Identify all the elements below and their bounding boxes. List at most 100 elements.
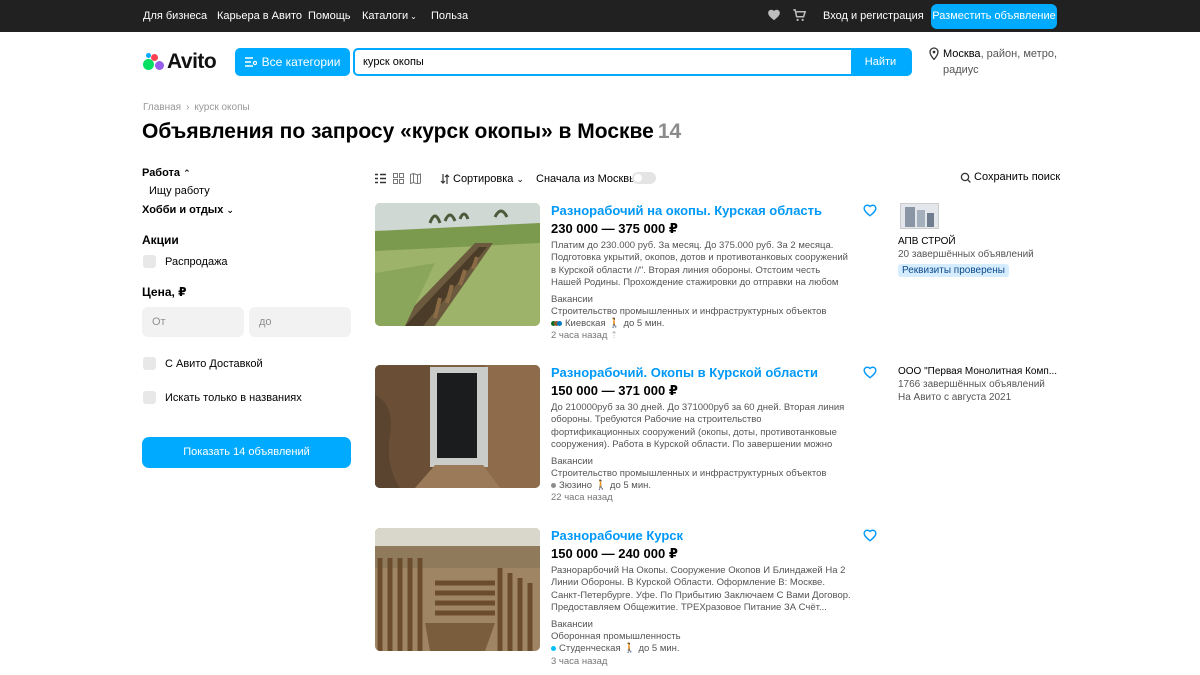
- listing-time: 22 часа назад: [551, 492, 613, 503]
- result-count: 14: [657, 120, 682, 143]
- listing-price: 150 000 — 371 000 ₽: [551, 383, 678, 398]
- sort-label: Сортировка: [453, 173, 514, 185]
- delivery-checkbox[interactable]: [143, 357, 156, 370]
- walk-icon: 🚶: [595, 480, 607, 491]
- seller-verified-badge: Реквизиты проверены: [898, 264, 1009, 277]
- breadcrumb-current[interactable]: курск окопы: [194, 102, 249, 113]
- walk-time: до 5 мин.: [623, 318, 665, 329]
- all-categories-label: Все категории: [261, 55, 341, 69]
- career-link[interactable]: Карьера в Авито: [217, 10, 302, 22]
- sale-label: Распродажа: [165, 255, 228, 268]
- benefit-link[interactable]: Польза: [431, 10, 468, 22]
- listing-title[interactable]: Разнорабочий. Окопы в Курской области: [551, 365, 818, 380]
- titles-only-checkbox[interactable]: [143, 391, 156, 404]
- page-title-text: Объявления по запросу «курск окопы» в Мо…: [142, 120, 654, 143]
- listing-metro: Студенческая 🚶 до 5 мин.: [551, 643, 680, 654]
- walk-icon: 🚶: [608, 318, 621, 329]
- titles-only-filter[interactable]: Искать только в названиях: [143, 391, 302, 404]
- listing-card[interactable]: Разнорабочий на окопы. Курская область 2…: [375, 203, 1055, 341]
- walk-time: до 5 мин.: [638, 643, 680, 654]
- location-selector[interactable]: Москва, район, метро, радиус: [929, 46, 1059, 78]
- menu-icon: [244, 57, 257, 67]
- listing-industry: Строительство промышленных и инфраструкт…: [551, 468, 827, 479]
- listing-time-text: 2 часа назад: [551, 330, 608, 341]
- seller-name[interactable]: ООО "Первая Монолитная Комп...: [898, 366, 1057, 377]
- listing-time: 3 часа назад: [551, 656, 608, 667]
- chevron-up-icon: ⌃: [183, 168, 191, 178]
- list-view-icon[interactable]: [375, 173, 386, 184]
- favorite-icon[interactable]: [863, 529, 877, 542]
- cart-icon[interactable]: [792, 8, 807, 23]
- save-search-icon: [960, 172, 971, 183]
- price-from-input[interactable]: От: [142, 307, 244, 337]
- breadcrumb-separator: ›: [186, 102, 190, 113]
- category-work-label: Работа: [142, 167, 181, 179]
- logo-dots-icon: [143, 52, 165, 72]
- category-hobby-label: Хобби и отдых: [142, 204, 224, 216]
- seller-info: 20 завершённых объявлений: [898, 249, 1034, 260]
- heart-icon[interactable]: [767, 8, 781, 22]
- logo-text: Avito: [167, 50, 217, 73]
- pin-icon: [929, 47, 939, 60]
- listing-time: 2 часа назад ⇡: [551, 330, 618, 341]
- map-view-icon[interactable]: [410, 173, 421, 184]
- listing-description: До 210000руб за 30 дней. До 371000руб за…: [551, 402, 845, 452]
- delivery-filter[interactable]: С Авито Доставкой: [143, 357, 263, 370]
- favorite-icon[interactable]: [863, 204, 877, 217]
- metro-station: Зюзино: [559, 480, 593, 491]
- breadcrumb: Главная › курск окопы: [143, 102, 250, 113]
- sale-checkbox[interactable]: [143, 255, 156, 268]
- search-input[interactable]: [355, 50, 851, 74]
- listing-photo[interactable]: [375, 528, 540, 651]
- walk-time: до 5 мин.: [609, 480, 652, 491]
- seller-since: На Авито с августа 2021: [898, 392, 1012, 403]
- price-heading: Цена, ₽: [142, 285, 187, 299]
- walk-icon: 🚶: [623, 643, 636, 654]
- chevron-down-icon: ⌄: [410, 12, 417, 21]
- save-search-button[interactable]: Сохранить поиск: [960, 171, 1060, 183]
- catalogs-menu[interactable]: Каталоги ⌄: [362, 10, 417, 22]
- catalogs-label: Каталоги: [362, 10, 409, 22]
- listing-card[interactable]: Разнорабочий. Окопы в Курской области 15…: [375, 365, 1057, 503]
- listing-title[interactable]: Разнорабочий на окопы. Курская область: [551, 203, 822, 218]
- favorite-icon[interactable]: [863, 366, 877, 379]
- sale-filter[interactable]: Распродажа: [143, 255, 228, 268]
- place-ad-button[interactable]: Разместить объявление: [931, 4, 1057, 29]
- moscow-first-toggle[interactable]: [632, 172, 656, 184]
- seller-name[interactable]: АПВ СТРОЙ: [898, 236, 956, 247]
- top-bar: Для бизнеса Карьера в Авито Помощь Катал…: [0, 0, 1200, 32]
- listing-card[interactable]: Разнорабочие Курск 150 000 — 240 000 ₽ Р…: [375, 528, 1055, 667]
- all-categories-button[interactable]: Все категории: [235, 48, 350, 76]
- promoted-arrow-icon: ⇡: [610, 330, 619, 341]
- moscow-first-label: Сначала из Москвы: [536, 173, 638, 185]
- listing-photo[interactable]: [375, 203, 540, 326]
- price-to-input[interactable]: до: [249, 307, 351, 337]
- search-bar: Найти: [353, 48, 912, 76]
- listing-title[interactable]: Разнорабочие Курск: [551, 528, 683, 543]
- grid-view-icon[interactable]: [393, 173, 404, 184]
- chevron-down-icon: ⌄: [516, 173, 524, 184]
- category-work[interactable]: Работа ⌃: [142, 167, 191, 179]
- breadcrumb-home[interactable]: Главная: [143, 102, 181, 113]
- chevron-down-icon: ⌄: [226, 205, 234, 215]
- metro-station: Студенческая: [559, 643, 621, 654]
- help-link[interactable]: Помощь: [308, 10, 351, 22]
- listing-price: 230 000 — 375 000 ₽: [551, 221, 678, 236]
- listing-industry: Строительство промышленных и инфраструкт…: [551, 306, 827, 317]
- listing-description: Разнорарбочий На Окопы. Сооружение Окопо…: [551, 565, 851, 613]
- metro-line-icon: [551, 483, 556, 488]
- seller-info: 1766 завершённых объявлений: [898, 379, 1045, 390]
- show-results-button[interactable]: Показать 14 объявлений: [142, 437, 351, 468]
- business-link[interactable]: Для бизнеса: [143, 10, 207, 22]
- listing-photo[interactable]: [375, 365, 540, 488]
- page-title: Объявления по запросу «курск окопы» в Мо…: [142, 120, 681, 144]
- location-city: Москва: [943, 48, 981, 60]
- login-link[interactable]: Вход и регистрация: [823, 10, 924, 22]
- sort-dropdown[interactable]: Сортировка ⌄: [440, 173, 524, 185]
- seller-logo[interactable]: [900, 203, 939, 229]
- subcategory-job-search[interactable]: Ищу работу: [149, 185, 210, 197]
- avito-logo[interactable]: Avito: [143, 50, 217, 74]
- listing-price: 150 000 — 240 000 ₽: [551, 546, 678, 561]
- category-hobby[interactable]: Хобби и отдых ⌄: [142, 204, 234, 216]
- search-button[interactable]: Найти: [851, 50, 910, 74]
